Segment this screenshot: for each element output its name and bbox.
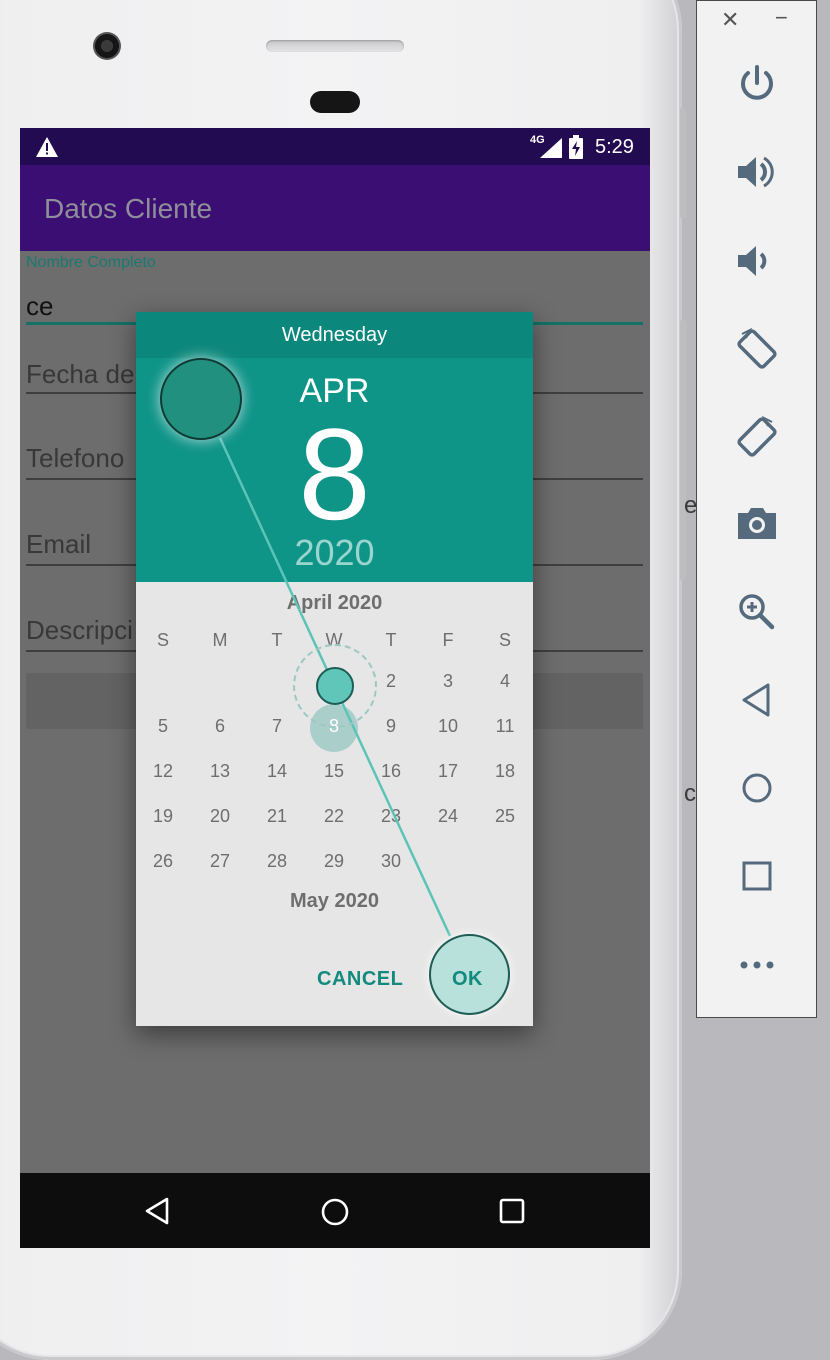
home-icon[interactable] xyxy=(734,765,780,811)
back-icon[interactable] xyxy=(734,677,780,723)
zoom-icon[interactable] xyxy=(734,589,780,635)
more-icon[interactable] xyxy=(734,941,780,987)
ok-button-label[interactable]: OK xyxy=(452,968,483,991)
minimize-icon[interactable]: − xyxy=(775,5,788,31)
close-icon[interactable]: ✕ xyxy=(721,7,739,33)
background-window-fragment: c xyxy=(684,780,696,807)
camera-icon[interactable] xyxy=(734,501,780,547)
rotate-left-icon[interactable] xyxy=(734,326,780,372)
volume-down-icon[interactable] xyxy=(734,238,780,284)
overview-icon[interactable] xyxy=(734,853,780,899)
touch-point xyxy=(316,667,354,705)
touch-start-point xyxy=(160,358,242,440)
rotate-right-icon[interactable] xyxy=(734,414,780,460)
emulator-toolbar: ✕ − xyxy=(696,0,817,1018)
power-icon[interactable] xyxy=(734,61,780,107)
volume-up-icon[interactable] xyxy=(734,149,780,195)
